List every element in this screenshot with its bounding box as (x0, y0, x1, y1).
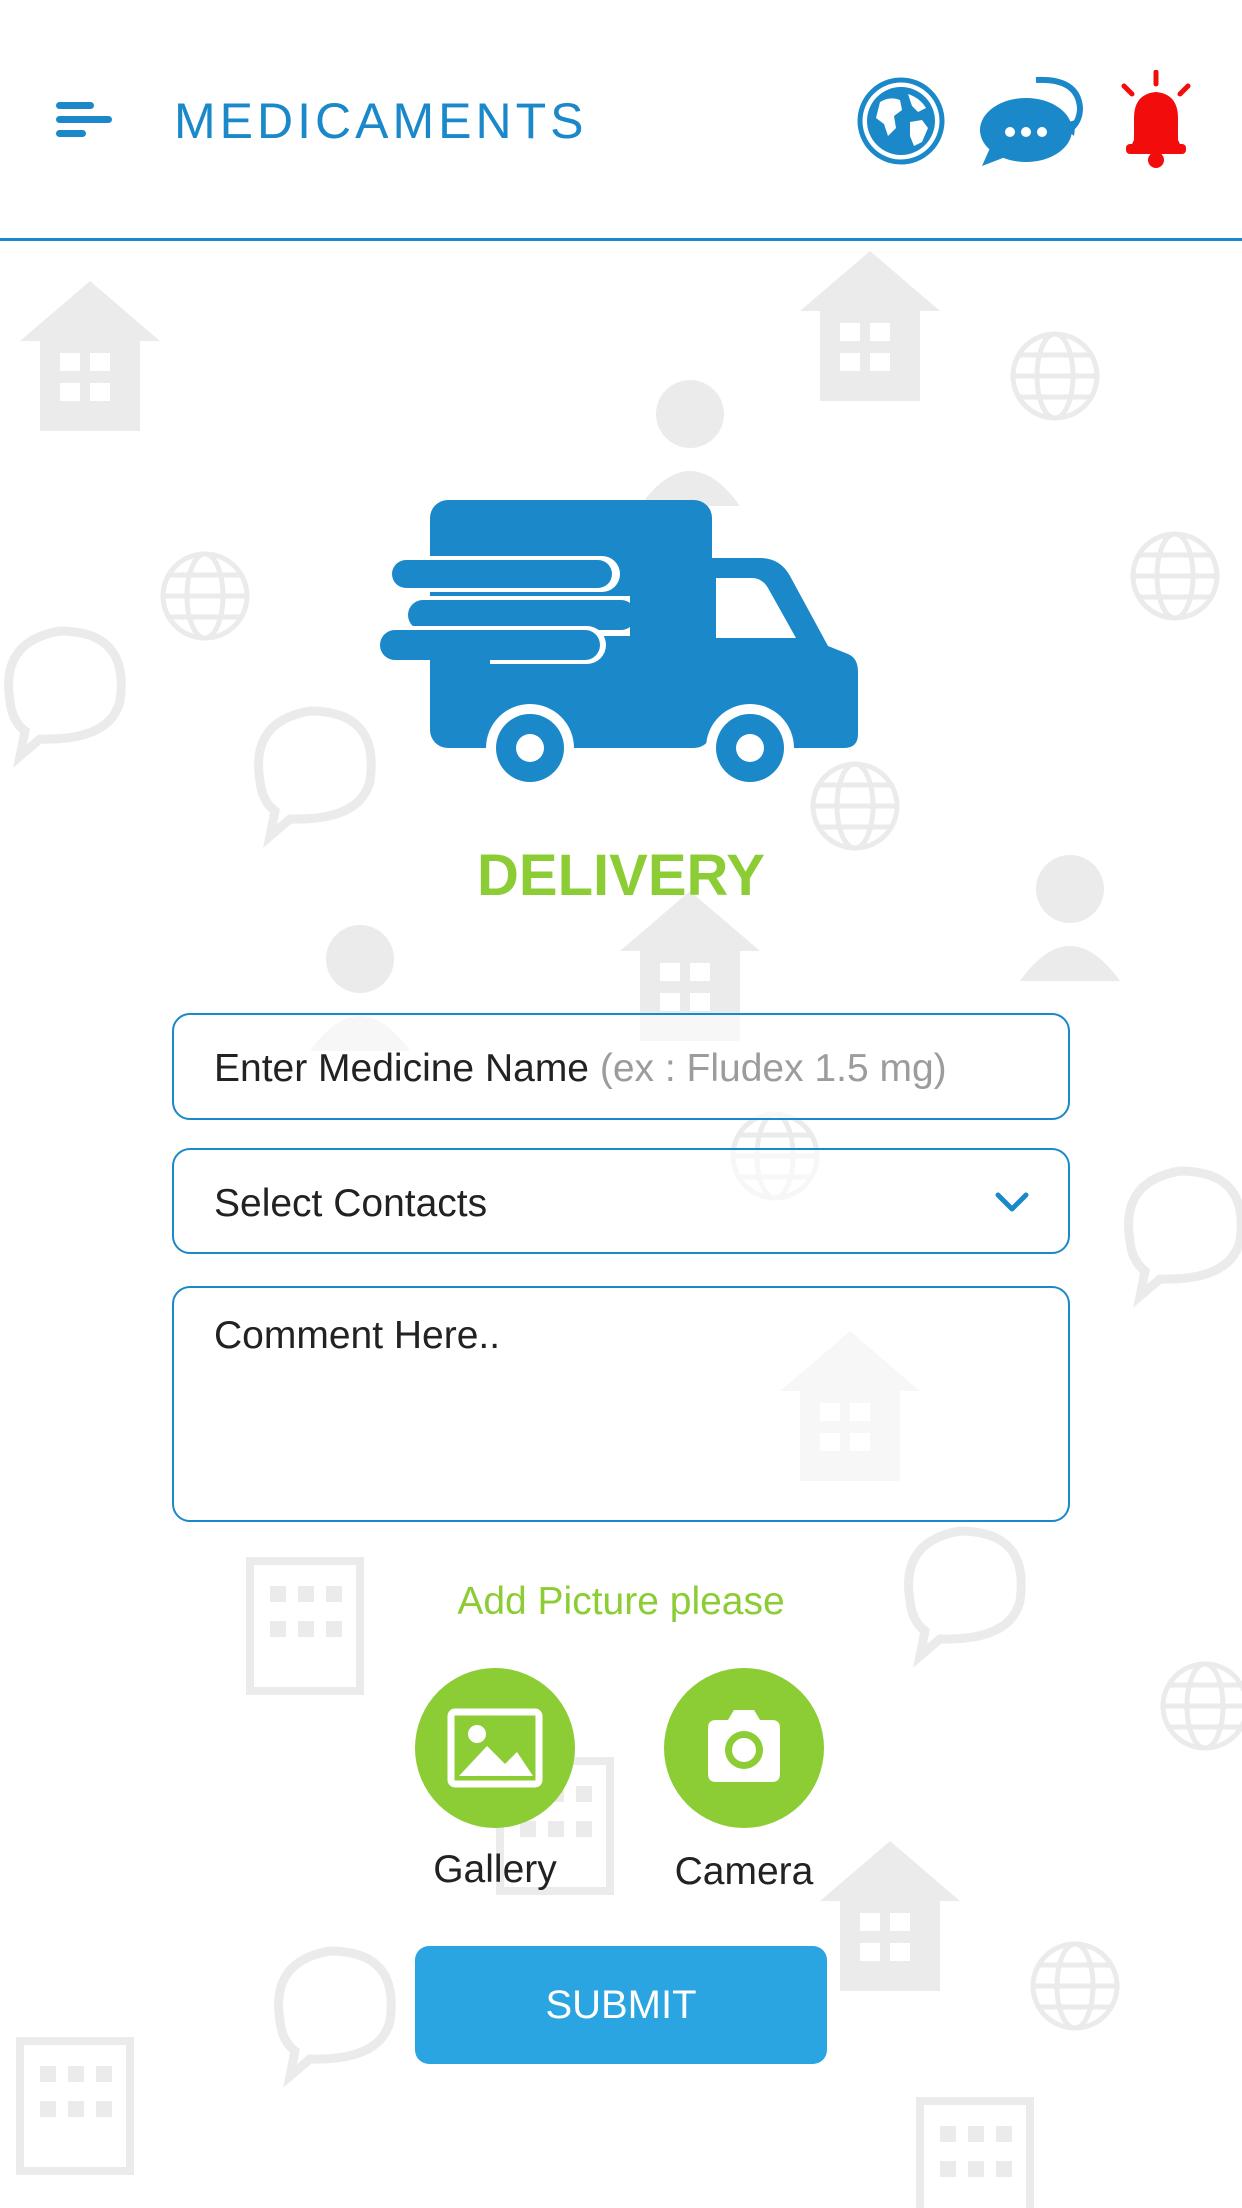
camera-icon (708, 1710, 780, 1782)
submit-button[interactable]: SUBMIT (415, 1946, 827, 2064)
globe-icon (857, 77, 945, 165)
chat-icon (980, 76, 1084, 166)
medicine-name-field-text: Enter Medicine Name (ex : Fludex 1.5 mg) (214, 1047, 947, 1091)
comment-textarea[interactable]: Comment Here.. (172, 1286, 1070, 1522)
delivery-truck-icon (378, 500, 858, 792)
add-picture-label: Add Picture please (457, 1580, 785, 1623)
menu-button[interactable] (52, 96, 114, 144)
medicine-name-label: Enter Medicine Name (214, 1047, 589, 1090)
chevron-down-icon (995, 1192, 1029, 1212)
gallery-label: Gallery (433, 1848, 557, 1891)
language-button[interactable] (856, 76, 946, 166)
image-icon (447, 1708, 543, 1788)
gallery-button[interactable] (415, 1668, 575, 1828)
camera-label: Camera (674, 1850, 814, 1893)
menu-icon (56, 102, 112, 137)
contacts-select-value: Select Contacts (214, 1182, 488, 1225)
comment-placeholder: Comment Here.. (214, 1314, 501, 1357)
messages-button[interactable] (978, 72, 1088, 168)
notification-bell-icon (1121, 69, 1191, 168)
notifications-button[interactable] (1116, 69, 1196, 170)
page-title: MEDICAMENTS (174, 93, 588, 149)
app-header: MEDICAMENTS (0, 0, 1242, 241)
contacts-select[interactable]: Select Contacts (172, 1148, 1070, 1254)
medicine-name-input[interactable]: Enter Medicine Name (ex : Fludex 1.5 mg) (172, 1013, 1070, 1120)
section-title: DELIVERY (477, 843, 765, 908)
camera-button[interactable] (664, 1668, 824, 1828)
medicine-name-placeholder: (ex : Fludex 1.5 mg) (599, 1047, 947, 1090)
